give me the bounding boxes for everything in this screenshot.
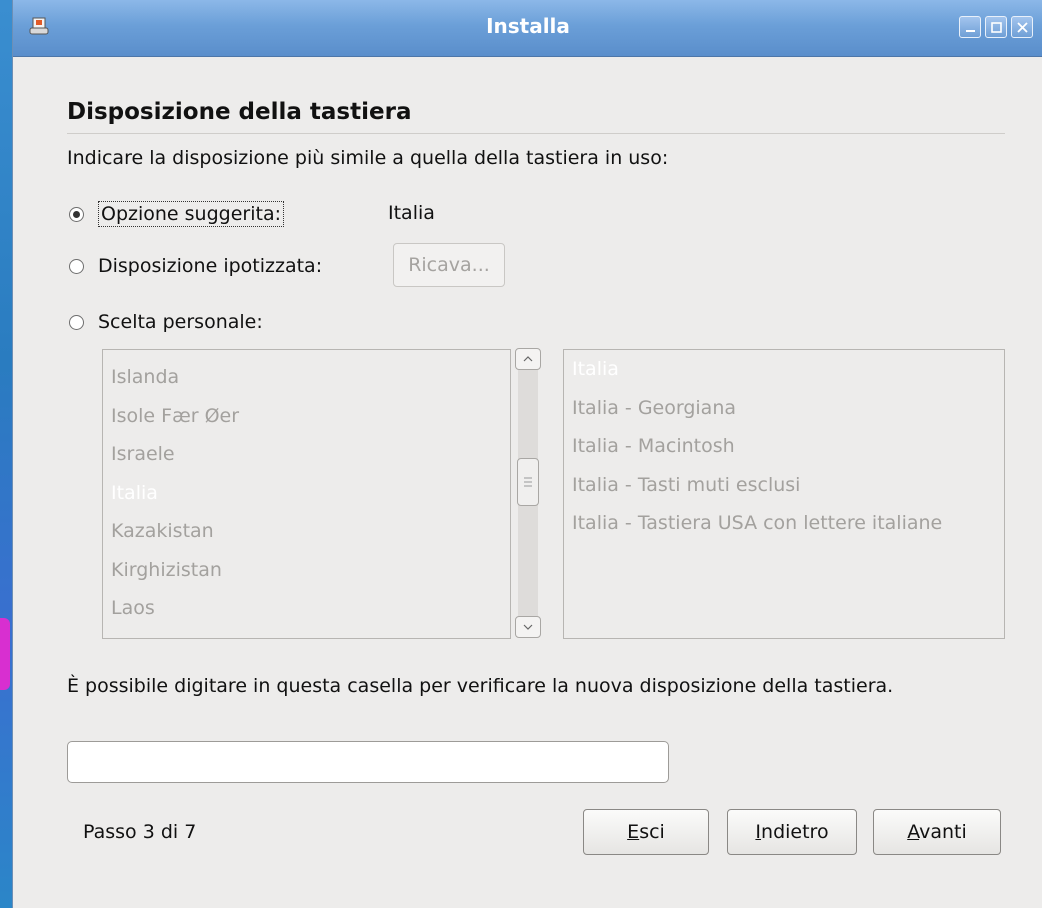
list-item[interactable]: Kirghizistan [103,551,510,590]
radio-label-suggested[interactable]: Opzione suggerita: [98,201,284,227]
mnemonic-letter: A [907,821,920,843]
step-indicator: Passo 3 di 7 [83,821,197,843]
variant-list[interactable]: Italia Italia - Georgiana Italia - Macin… [563,349,1005,639]
dialog-content: Disposizione della tastiera Indicare la … [13,57,1042,908]
radio-button-checked[interactable] [69,206,84,222]
list-item[interactable]: Italia - Tasti muti esclusi [564,466,1004,505]
quit-button[interactable]: Esci [583,809,709,855]
heading-divider [67,133,1005,134]
country-list[interactable]: Islanda Isole Fær Øer Israele Italia Kaz… [102,349,511,639]
back-button[interactable]: Indietro [727,809,857,855]
list-item[interactable]: Kazakistan [103,512,510,551]
desktop-panel-edge [0,618,10,690]
mnemonic-letter: E [627,821,640,843]
suggested-layout-value: Italia [388,202,435,224]
forward-button[interactable]: Avanti [873,809,1001,855]
page-title: Disposizione della tastiera [67,99,412,125]
label-suffix: sci [639,821,665,843]
maximize-icon[interactable] [985,16,1007,38]
list-item[interactable]: Laos [103,589,510,628]
radio-suggested-option[interactable]: Opzione suggerita: [69,199,284,229]
minimize-icon[interactable] [959,16,981,38]
list-item-selected[interactable]: Italia [564,350,1004,389]
scroll-down-arrow-icon[interactable] [515,616,541,638]
label-suffix: ndietro [761,821,829,843]
radio-label-guessed[interactable]: Disposizione ipotizzata: [98,255,322,277]
radio-label-custom[interactable]: Scelta personale: [98,311,263,333]
scrollbar-thumb[interactable] [517,458,539,506]
forward-button-label: Avanti [907,821,967,843]
list-item[interactable]: Israele [103,435,510,474]
layout-prompt: Indicare la disposizione più simile a qu… [67,147,669,169]
keyboard-test-field[interactable] [67,741,669,783]
window-title: Installa [486,14,570,38]
list-item[interactable]: Islanda [103,358,510,397]
radio-custom-choice[interactable]: Scelta personale: [69,307,263,337]
list-item[interactable]: Italia - Georgiana [564,389,1004,428]
list-item[interactable]: Italia - Tastiera USA con lettere italia… [564,504,1004,543]
list-item[interactable]: Isole Fær Øer [103,397,510,436]
radio-guessed-layout[interactable]: Disposizione ipotizzata: [69,251,322,281]
close-icon[interactable] [1011,16,1033,38]
label-suffix: vanti [919,821,967,843]
title-bar[interactable]: Installa [13,0,1042,57]
radio-button[interactable] [69,314,84,330]
detect-layout-button[interactable]: Ricava... [393,243,505,287]
quit-button-label: Esci [627,821,665,843]
test-hint-text: È possibile digitare in questa casella p… [67,675,894,697]
installer-window: Installa Disposizione della tastiera Ind… [12,0,1042,908]
scroll-up-arrow-icon[interactable] [515,348,541,370]
back-button-label: Indietro [755,821,828,843]
country-list-scrollbar[interactable] [515,348,541,638]
radio-button[interactable] [69,258,84,274]
list-item-selected[interactable]: Italia [103,474,510,513]
list-item[interactable]: Italia - Macintosh [564,427,1004,466]
